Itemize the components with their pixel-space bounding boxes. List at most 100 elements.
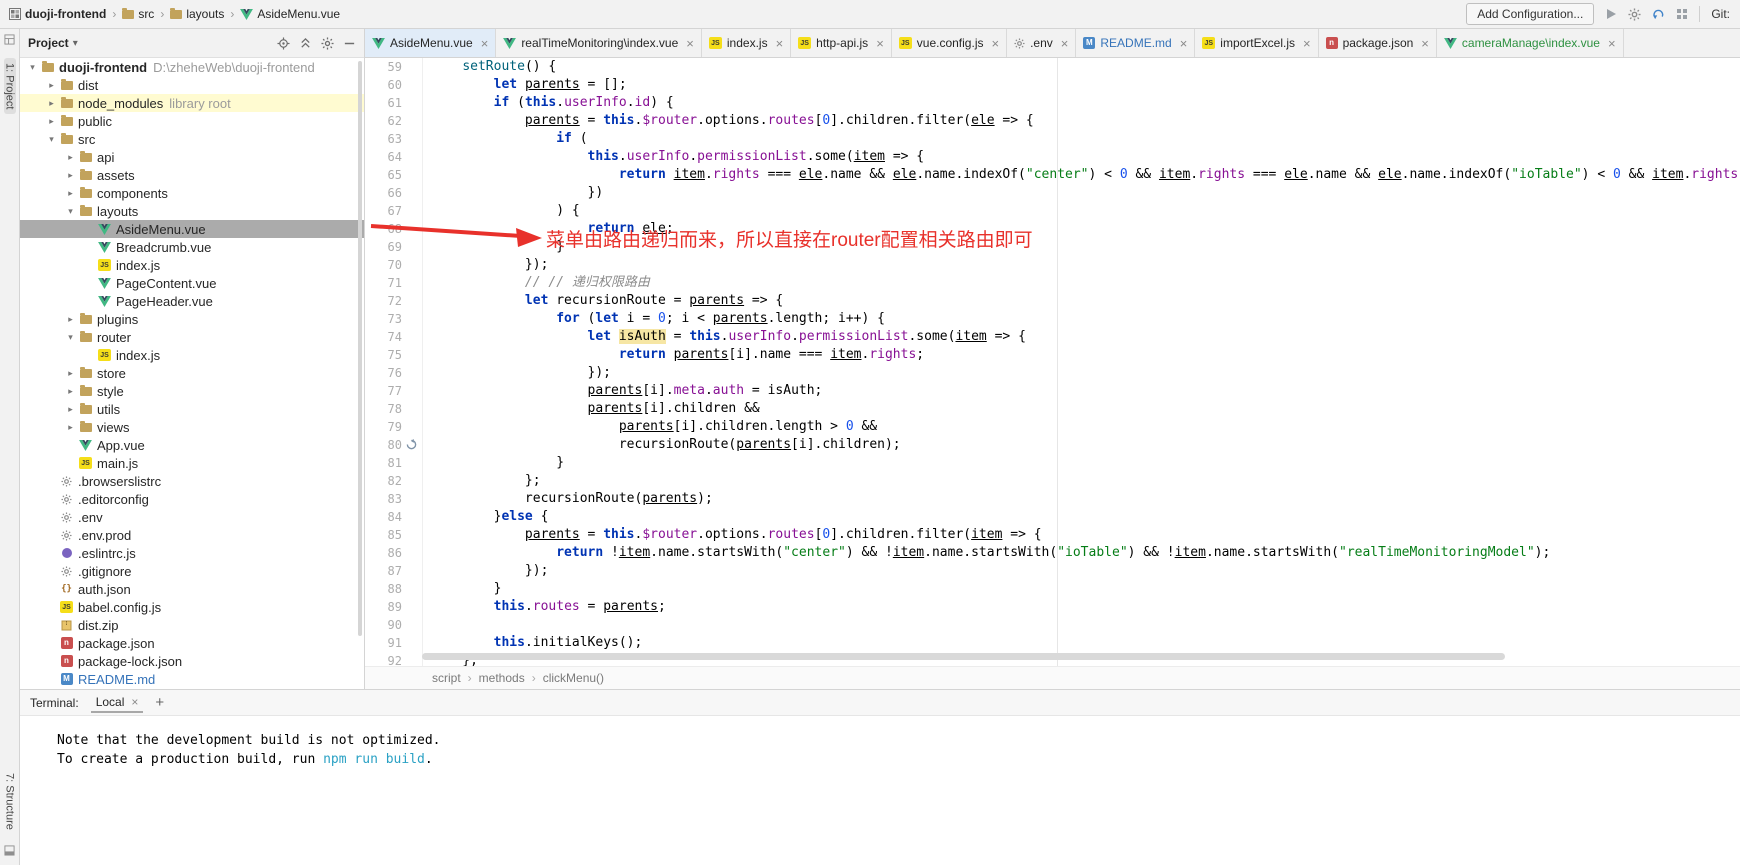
editor-breadcrumb-item[interactable]: clickMenu() [543,671,604,685]
code-line[interactable]: 67 ) { [365,202,1740,220]
stripe-grid-icon[interactable] [4,32,15,50]
line-number[interactable]: 63 [365,130,402,148]
editor-tab[interactable]: JSimportExcel.js× [1195,29,1318,57]
line-number[interactable]: 66 [365,184,402,202]
close-icon[interactable]: × [1180,36,1188,51]
code-line[interactable]: 88 } [365,580,1740,598]
tree-item[interactable]: ▸public [20,112,364,130]
chevron-expanded-icon[interactable]: ▾ [64,206,77,217]
tree-item[interactable]: ▸views [20,418,364,436]
code-line[interactable]: 80 recursionRoute(parents[i].children); [365,436,1740,454]
chevron-collapsed-icon[interactable]: ▸ [64,152,77,163]
code-line[interactable]: 69 } [365,238,1740,256]
code-line[interactable]: 65 return item.rights === ele.name && el… [365,166,1740,184]
panel-settings-icon[interactable] [321,37,334,50]
line-number[interactable]: 70 [365,256,402,274]
line-number[interactable]: 71 [365,274,402,292]
tree-item[interactable]: PageHeader.vue [20,292,364,310]
code-line[interactable]: 77 parents[i].meta.auth = isAuth; [365,382,1740,400]
chevron-collapsed-icon[interactable]: ▸ [64,386,77,397]
tree-item[interactable]: MREADME.md [20,670,364,688]
code-line[interactable]: 81 } [365,454,1740,472]
code-line[interactable]: 89 this.routes = parents; [365,598,1740,616]
tree-item[interactable]: {}auth.json [20,580,364,598]
tree-item[interactable]: .gitignore [20,562,364,580]
tree-item[interactable]: PageContent.vue [20,274,364,292]
code-line[interactable]: 63 if ( [365,130,1740,148]
chevron-expanded-icon[interactable]: ▾ [45,134,58,145]
tree-item[interactable]: JSindex.js [20,256,364,274]
code-line[interactable]: 91 this.initialKeys(); [365,634,1740,652]
line-number[interactable]: 69 [365,238,402,256]
stripe-bottom-icon[interactable] [4,843,15,861]
line-number[interactable]: 77 [365,382,402,400]
tree-item[interactable]: npackage-lock.json [20,652,364,670]
chevron-collapsed-icon[interactable]: ▸ [45,116,58,127]
line-number[interactable]: 89 [365,598,402,616]
code-line[interactable]: 87 }); [365,562,1740,580]
breadcrumb-item[interactable]: layouts [167,5,227,23]
horizontal-scrollbar[interactable] [422,653,1505,660]
settings-icon[interactable] [1628,8,1641,21]
code-line[interactable]: 74 let isAuth = this.userInfo.permission… [365,328,1740,346]
chevron-expanded-icon[interactable]: ▾ [64,332,77,343]
tree-item[interactable]: ▾router [20,328,364,346]
code-line[interactable]: 70 }); [365,256,1740,274]
git-widget[interactable]: Git: [1711,7,1730,21]
code-line[interactable]: 59 setRoute() { [365,58,1740,76]
editor-tab[interactable]: realTimeMonitoring\index.vue× [496,29,702,57]
code-line[interactable]: 73 for (let i = 0; i < parents.length; i… [365,310,1740,328]
tree-item[interactable]: ▸assets [20,166,364,184]
terminal-output[interactable]: Note that the development build is not o… [20,716,1740,865]
tree-item[interactable]: JSindex.js [20,346,364,364]
code-line[interactable]: 86 return !item.name.startsWith("center"… [365,544,1740,562]
tree-item[interactable]: .env.prod [20,526,364,544]
line-number[interactable]: 75 [365,346,402,364]
tree-item[interactable]: npackage.json [20,634,364,652]
tree-item[interactable]: ▾layouts [20,202,364,220]
line-number[interactable]: 92 [365,652,402,666]
code-line[interactable]: 78 parents[i].children && [365,400,1740,418]
code-line[interactable]: 85 parents = this.$router.options.routes… [365,526,1740,544]
line-number[interactable]: 90 [365,616,402,634]
tree-item[interactable]: ▸components [20,184,364,202]
close-icon[interactable]: × [991,36,999,51]
editor-tab[interactable]: JShttp-api.js× [791,29,892,57]
editor-tab[interactable]: AsideMenu.vue× [365,29,496,57]
code-line[interactable]: 71 // // 递归权限路由 [365,274,1740,292]
line-number[interactable]: 80 [365,436,402,454]
code-line[interactable]: 62 parents = this.$router.options.routes… [365,112,1740,130]
close-icon[interactable]: × [1061,36,1069,51]
breadcrumb-item[interactable]: duoji-frontend [6,5,109,23]
chevron-collapsed-icon[interactable]: ▸ [64,314,77,325]
code-line[interactable]: 82 }; [365,472,1740,490]
tree-item[interactable]: ▸api [20,148,364,166]
close-icon[interactable]: × [131,695,138,709]
line-number[interactable]: 86 [365,544,402,562]
tree-item[interactable]: ▾duoji-frontendD:\zheheWeb\duoji-fronten… [20,58,364,76]
run-icon[interactable] [1605,8,1617,20]
chevron-collapsed-icon[interactable]: ▸ [64,170,77,181]
code-line[interactable]: 60 let parents = []; [365,76,1740,94]
line-number[interactable]: 67 [365,202,402,220]
line-number[interactable]: 83 [365,490,402,508]
code-line[interactable]: 61 if (this.userInfo.id) { [365,94,1740,112]
tree-scrollbar[interactable] [358,61,362,636]
tree-item[interactable]: .eslintrc.js [20,544,364,562]
code-line[interactable]: 68 return ele; [365,220,1740,238]
project-view-selector[interactable]: Project▾ [28,36,78,50]
collapse-all-button[interactable] [299,37,312,50]
line-number[interactable]: 60 [365,76,402,94]
breadcrumb-item[interactable]: AsideMenu.vue [237,5,343,23]
editor-tab[interactable]: MREADME.md× [1076,29,1195,57]
update-project-icon[interactable] [1652,8,1665,21]
tree-item[interactable]: ▸plugins [20,310,364,328]
tool-window-project-button[interactable]: 1: Project [4,58,16,114]
tree-item[interactable]: JSmain.js [20,454,364,472]
close-icon[interactable]: × [1421,36,1429,51]
hide-panel-button[interactable] [343,37,356,50]
line-number[interactable]: 91 [365,634,402,652]
line-number[interactable]: 68 [365,220,402,238]
chevron-collapsed-icon[interactable]: ▸ [45,98,58,109]
close-icon[interactable]: × [481,36,489,51]
